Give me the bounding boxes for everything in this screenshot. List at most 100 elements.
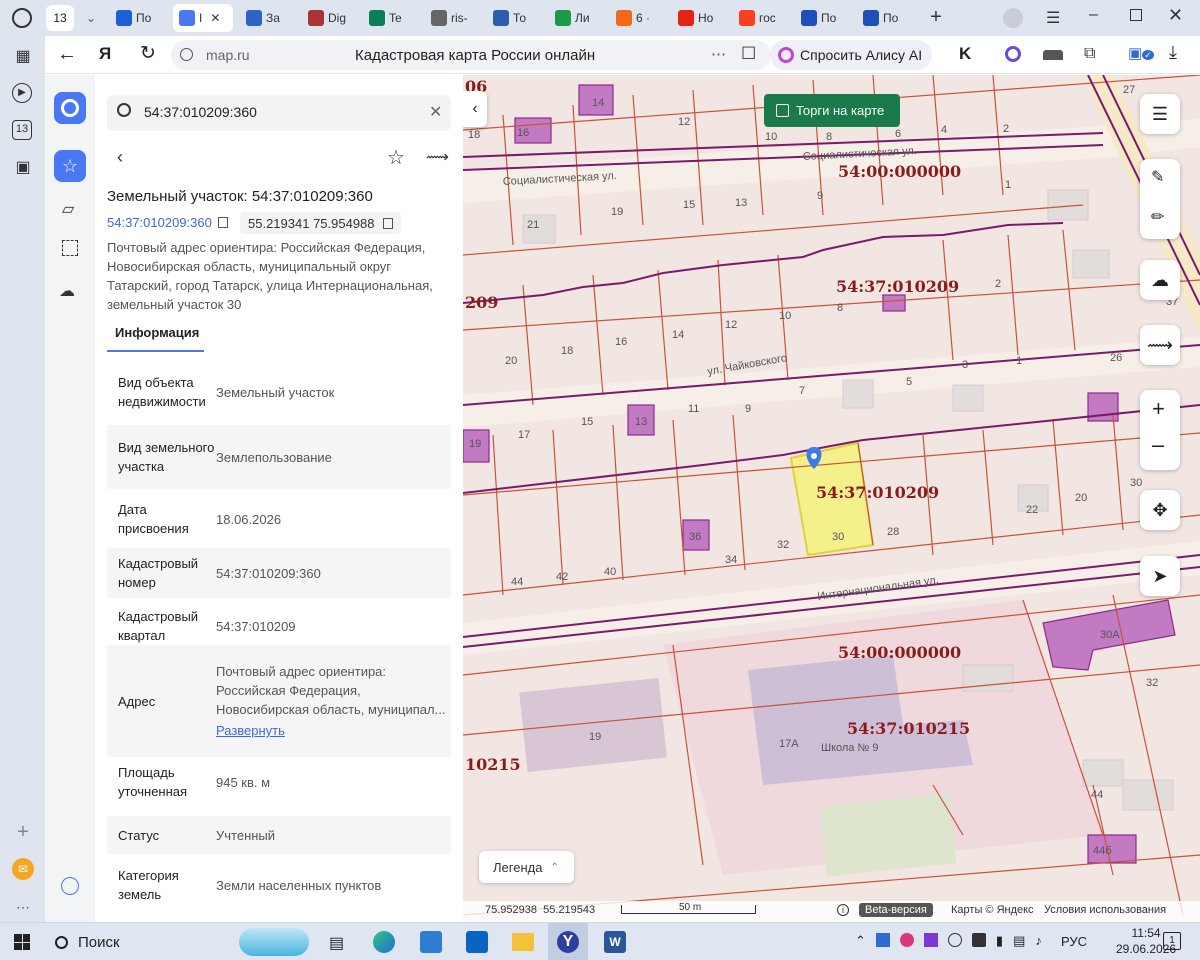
camera-icon[interactable]: ▣	[12, 157, 34, 179]
copy-icon[interactable]	[217, 217, 228, 228]
pan-button[interactable]: ✥	[1140, 490, 1180, 530]
tray-icons[interactable]: ⌃ ▮ ▤ ♪	[855, 933, 1042, 949]
tray-app-icon[interactable]	[971, 933, 986, 947]
task-view-icon[interactable]: ▤	[329, 933, 344, 953]
clear-search-icon[interactable]: ✕	[429, 102, 442, 122]
cadastral-map[interactable]: Социалистическая ул. Социалистическая ул…	[463, 75, 1200, 922]
attribution[interactable]: Карты © Яндекс	[951, 904, 1034, 916]
polygon-tool-icon[interactable]: ▱	[62, 199, 74, 219]
yandex-logo-icon[interactable]: Я	[99, 44, 111, 64]
beta-badge[interactable]: Beta-версия	[859, 903, 933, 917]
browser-tab[interactable]: По	[857, 4, 915, 32]
profile-avatar[interactable]	[1003, 8, 1023, 28]
new-tab-button[interactable]: +	[926, 6, 946, 28]
cadastral-number-link[interactable]: 54:37:010209:360	[107, 215, 228, 230]
counter-icon[interactable]: 13	[12, 120, 32, 140]
auction-toggle[interactable]: Торги на карте	[764, 94, 900, 127]
collections-icon[interactable]: ⧉	[1084, 45, 1095, 63]
browser-tab[interactable]: гос	[733, 4, 791, 32]
cloud-upload-button[interactable]: ☁	[1140, 260, 1180, 300]
browser-tab[interactable]: I ✕	[173, 4, 233, 32]
zoom-in-icon[interactable]: +	[1152, 396, 1165, 422]
explorer-icon[interactable]	[512, 933, 534, 951]
tab-info[interactable]: Информация	[115, 325, 199, 340]
restore-icon[interactable]	[1130, 9, 1142, 21]
site-logo-icon[interactable]	[54, 92, 86, 124]
map-share-button[interactable]: ⟿	[1140, 325, 1180, 365]
browser-tab[interactable]: 6 ·	[610, 4, 668, 32]
coords-chip[interactable]: 55.219341 75.954988	[240, 212, 401, 234]
shield-extension-icon[interactable]	[1005, 46, 1021, 62]
taskbar-search[interactable]: Поиск	[45, 925, 315, 959]
tray-app-icon[interactable]	[899, 933, 914, 947]
terms-link[interactable]: Условия использования	[1044, 904, 1166, 916]
minimize-icon[interactable]: –	[1089, 6, 1098, 24]
expand-address-link[interactable]: Развернуть	[216, 721, 451, 740]
browser-tab[interactable]: Te	[363, 4, 421, 32]
close-window-icon[interactable]: ✕	[1168, 5, 1183, 26]
word-icon[interactable]: W	[604, 931, 626, 953]
checkbox-icon[interactable]	[776, 104, 789, 117]
more-icon[interactable]: ⋯	[711, 45, 726, 63]
locate-me-button[interactable]: ➤	[1140, 556, 1180, 596]
extensions-icon[interactable]: ▣ ✓	[1128, 44, 1154, 62]
yandex-browser-taskbar-icon[interactable]: Y	[548, 923, 588, 960]
share-icon[interactable]: ⟿	[426, 147, 449, 167]
search-input[interactable]: 54:37:010209:360	[144, 104, 257, 120]
tray-app-icon[interactable]	[875, 933, 890, 947]
volume-icon[interactable]: ♪	[1035, 933, 1042, 949]
tab-counter-badge[interactable]: 13	[46, 5, 74, 31]
reload-icon[interactable]: ↻	[140, 42, 156, 65]
history-icon[interactable]	[12, 8, 32, 28]
search-box[interactable]: 54:37:010209:360 ✕	[107, 95, 451, 131]
back-icon[interactable]: ←	[57, 43, 77, 66]
info-icon[interactable]: i	[837, 904, 849, 916]
edge-icon[interactable]	[373, 931, 395, 953]
outlook-icon[interactable]	[466, 931, 488, 953]
tabs-dropdown-icon[interactable]: ⌄	[80, 5, 102, 31]
notes-icon[interactable]: ▦	[12, 46, 34, 68]
browser-tab[interactable]: По	[795, 4, 853, 32]
ask-alice-button[interactable]: Спросить Алису AI	[770, 40, 932, 70]
edit-icon[interactable]: ✏	[1151, 207, 1164, 227]
play-icon[interactable]: ▶	[12, 83, 32, 103]
url-field[interactable]: map.ru Кадастровая карта России онлайн ⋯…	[171, 40, 771, 70]
hat-extension-icon[interactable]	[1043, 50, 1063, 60]
browser-tab[interactable]: То	[487, 4, 545, 32]
sidebar-settings-icon[interactable]: ⋯	[12, 896, 34, 918]
ruler-icon[interactable]: ✎	[1151, 167, 1164, 187]
tray-up-icon[interactable]: ⌃	[855, 933, 866, 949]
language-indicator[interactable]: РУС	[1061, 934, 1087, 949]
user-account-icon[interactable]	[61, 877, 79, 895]
notification-icon[interactable]: 1	[1163, 932, 1181, 950]
bookmark-icon[interactable]: ☐	[741, 44, 756, 64]
close-tab-icon[interactable]: ✕	[210, 11, 220, 25]
favorites-nav-button[interactable]: ☆	[54, 150, 86, 182]
site-info-icon[interactable]	[180, 48, 193, 61]
menu-icon[interactable]: ☰	[1046, 8, 1060, 28]
cloud-icon[interactable]: ☁	[59, 281, 75, 301]
download-icon[interactable]: ⤓	[1169, 42, 1177, 63]
zoom-out-icon[interactable]: –	[1152, 432, 1164, 458]
network-icon[interactable]: ▤	[1013, 933, 1025, 949]
tray-app-icon[interactable]	[923, 933, 938, 947]
select-area-icon[interactable]	[62, 240, 78, 256]
store-icon[interactable]	[420, 931, 442, 953]
browser-tab[interactable]: По	[110, 4, 168, 32]
add-icon[interactable]: +	[12, 821, 34, 843]
panel-back-icon[interactable]: ‹	[117, 147, 123, 168]
collapse-panel-button[interactable]: ‹	[463, 91, 487, 127]
browser-tab[interactable]: Dig	[302, 4, 360, 32]
browser-tab[interactable]: За	[240, 4, 298, 32]
kaspersky-icon[interactable]: K	[959, 44, 971, 64]
browser-tab[interactable]: Ли	[549, 4, 607, 32]
browser-tab[interactable]: ris-	[425, 4, 483, 32]
browser-tab[interactable]: Но	[672, 4, 730, 32]
legend-button[interactable]: Легенда ⌃	[479, 851, 574, 883]
mail-app-icon[interactable]: ✉	[12, 858, 34, 880]
tray-app-icon[interactable]	[947, 933, 962, 947]
windows-start-icon[interactable]	[14, 934, 30, 950]
copy-coords-icon[interactable]	[382, 217, 393, 229]
favorite-star-icon[interactable]: ☆	[387, 145, 405, 170]
layers-button[interactable]: ☰	[1140, 94, 1180, 134]
